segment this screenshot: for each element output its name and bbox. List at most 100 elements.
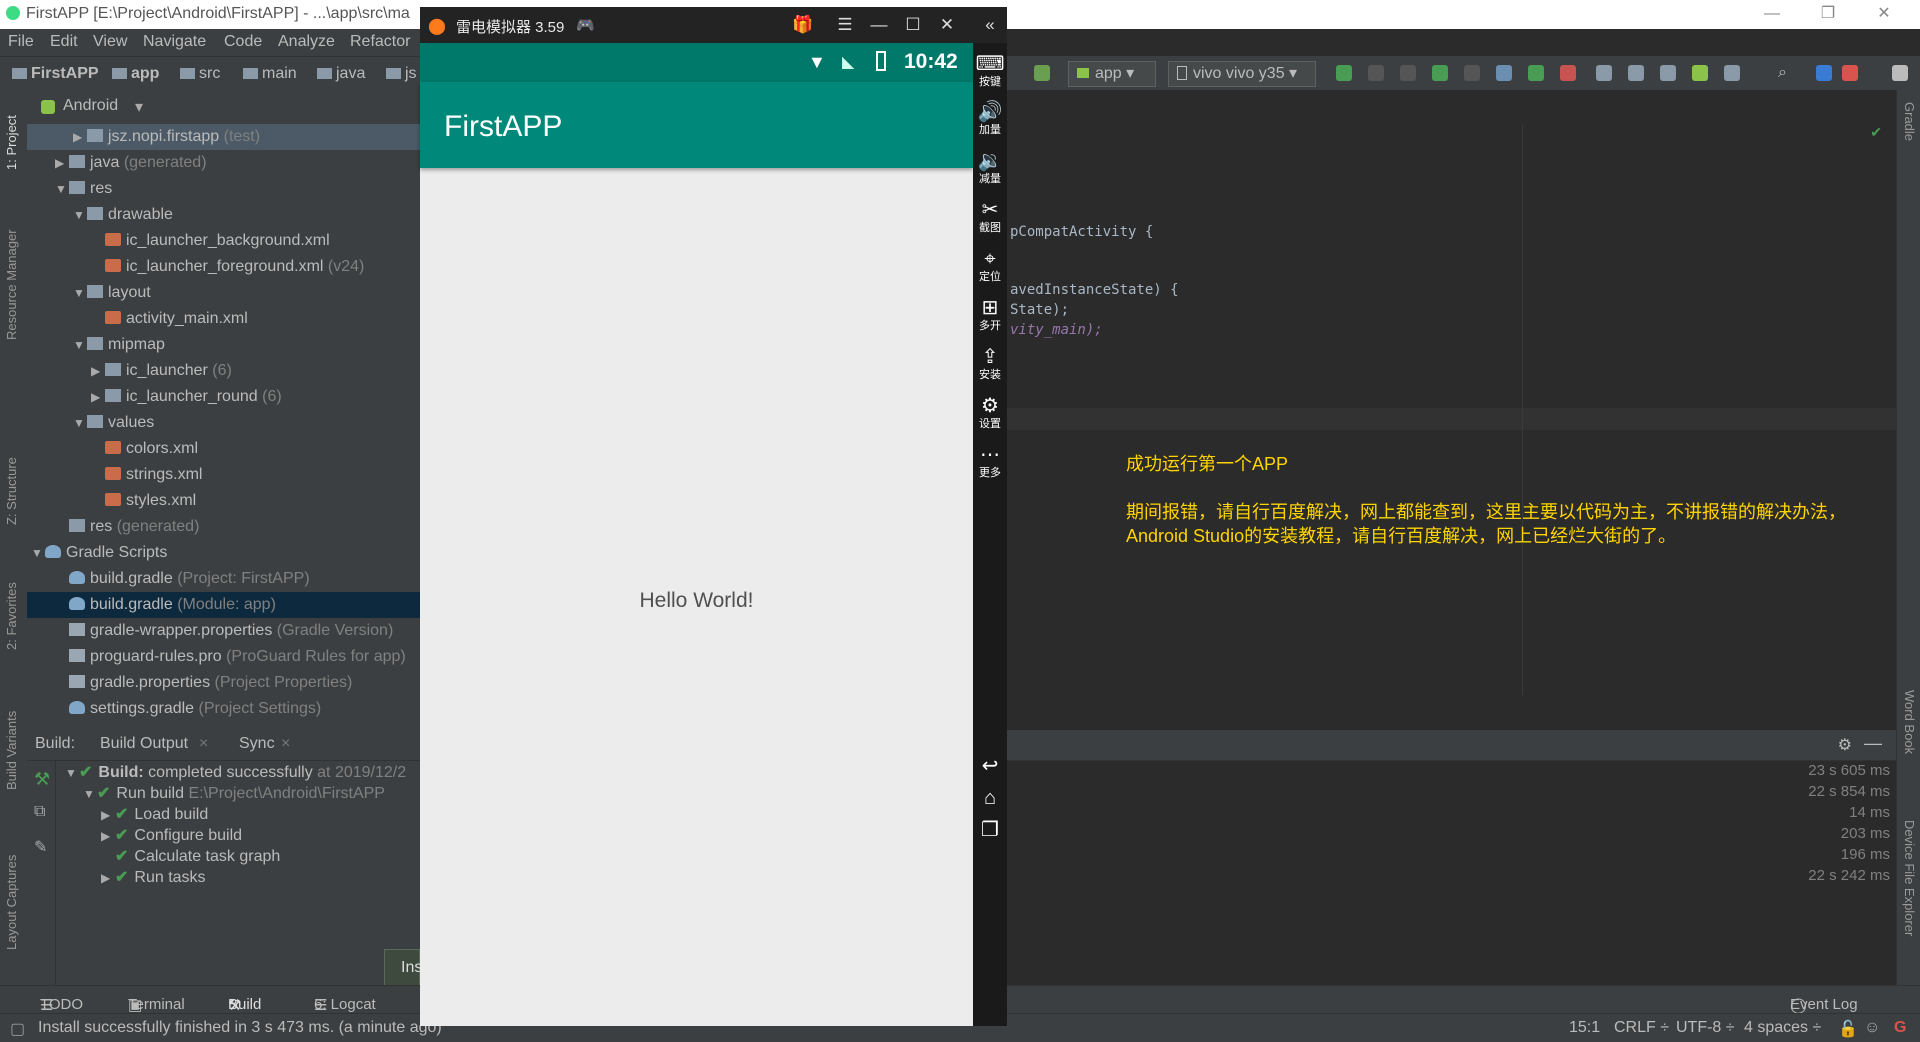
- tree-item[interactable]: colors.xml: [27, 436, 420, 462]
- minimize-panel-icon[interactable]: —: [1864, 733, 1882, 754]
- chevron-down-icon[interactable]: ▾: [135, 97, 143, 117]
- home-button[interactable]: ⌂: [973, 787, 1007, 809]
- file-encoding[interactable]: UTF-8 ÷: [1676, 1019, 1735, 1037]
- apply-changes-icon[interactable]: [1368, 65, 1384, 81]
- tool-tab-word-book[interactable]: Word Book: [1902, 690, 1917, 754]
- lock-icon[interactable]: 🔓: [1838, 1019, 1858, 1039]
- screenshot-button[interactable]: ✂ 截图: [973, 199, 1007, 235]
- close-icon[interactable]: ×: [199, 735, 208, 753]
- breadcrumb-java[interactable]: java: [317, 65, 365, 83]
- minimize-button[interactable]: —: [1752, 2, 1792, 26]
- menu-view[interactable]: View: [93, 33, 127, 51]
- tree-item[interactable]: ▶ jsz.nopi.firstapp (test): [27, 124, 420, 150]
- tree-item[interactable]: ▼ res: [27, 176, 420, 202]
- breadcrumb-src[interactable]: src: [180, 65, 220, 83]
- collapse-sidebar-icon[interactable]: «: [973, 12, 1007, 38]
- breadcrumb-package[interactable]: js: [386, 65, 417, 83]
- list-icon[interactable]: [1400, 65, 1416, 81]
- tree-item[interactable]: gradle-wrapper.properties (Gradle Versio…: [27, 618, 420, 644]
- back-button[interactable]: ↩: [973, 755, 1007, 777]
- toggle-panels-icon[interactable]: ▢: [10, 1019, 25, 1039]
- menu-navigate[interactable]: Navigate: [143, 33, 206, 51]
- install-apk-button[interactable]: ⇪ 安装: [973, 346, 1007, 382]
- location-button[interactable]: ⌖ 定位: [973, 248, 1007, 284]
- caret-position[interactable]: 15:1: [1569, 1019, 1600, 1037]
- tree-item[interactable]: ▼ values: [27, 410, 420, 436]
- build-row[interactable]: ✔ Calculate task graph: [115, 846, 280, 867]
- tool-tab-resource-manager[interactable]: Resource Manager: [4, 229, 19, 340]
- coverage-icon[interactable]: [1464, 65, 1480, 81]
- maximize-icon[interactable]: ☐: [896, 12, 930, 38]
- minimize-icon[interactable]: —: [862, 12, 896, 38]
- tree-item[interactable]: gradle.properties (Project Properties): [27, 670, 420, 696]
- build-row[interactable]: ▶ ✔ Configure build: [101, 825, 242, 846]
- gamepad-icon[interactable]: 🎮: [576, 16, 595, 34]
- breadcrumb-main[interactable]: main: [243, 65, 297, 83]
- build-row[interactable]: ▼ ✔ Run build E:\Project\Android\FirstAPP: [83, 783, 385, 804]
- tree-item[interactable]: build.gradle (Project: FirstAPP): [27, 566, 420, 592]
- menu-icon[interactable]: ☰: [828, 12, 862, 38]
- tree-item[interactable]: res (generated): [27, 514, 420, 540]
- menu-code[interactable]: Code: [224, 33, 262, 51]
- gift-icon[interactable]: 🎁: [786, 12, 820, 38]
- build-row[interactable]: ▶ ✔ Load build: [101, 804, 208, 825]
- breadcrumb-project[interactable]: FirstAPP: [12, 65, 99, 83]
- google-icon[interactable]: G: [1894, 1019, 1906, 1037]
- code-editor[interactable]: ✔ pCompatActivity { avedInstanceState) {…: [1006, 90, 1896, 695]
- volume-up-button[interactable]: 🔊 加量: [973, 101, 1007, 137]
- close-icon[interactable]: ✕: [930, 12, 964, 38]
- tree-item[interactable]: ▶ java (generated): [27, 150, 420, 176]
- user-icon[interactable]: [1892, 65, 1908, 81]
- project-view-selector[interactable]: Android: [63, 97, 118, 115]
- tree-item[interactable]: ▼ mipmap: [27, 332, 420, 358]
- sync-project-icon[interactable]: [1596, 65, 1612, 81]
- run-icon[interactable]: [1336, 65, 1352, 81]
- tab-sync[interactable]: Sync: [239, 735, 275, 753]
- device-manager-icon[interactable]: [1692, 65, 1708, 81]
- avd-manager-icon[interactable]: [1628, 65, 1644, 81]
- restore-button[interactable]: ❐: [1808, 2, 1848, 26]
- attach-debugger-icon[interactable]: [1528, 65, 1544, 81]
- tool-tab-device-file-explorer[interactable]: Device File Explorer: [1902, 820, 1917, 936]
- tree-item-selected[interactable]: build.gradle (Module: app): [27, 592, 420, 618]
- sdk-manager-icon[interactable]: [1660, 65, 1676, 81]
- layout-inspector-icon[interactable]: [1724, 65, 1740, 81]
- menu-analyze[interactable]: Analyze: [278, 33, 335, 51]
- close-button[interactable]: ✕: [1864, 2, 1904, 26]
- breadcrumb-app[interactable]: app: [112, 65, 159, 83]
- indent-setting[interactable]: 4 spaces ÷: [1744, 1019, 1821, 1037]
- tree-item[interactable]: activity_main.xml: [27, 306, 420, 332]
- tool-tab-gradle[interactable]: Gradle: [1902, 102, 1917, 141]
- tool-tab-build-variants[interactable]: Build Variants: [4, 711, 19, 790]
- gear-icon[interactable]: ⚙: [1838, 735, 1852, 755]
- tree-item[interactable]: ▼ layout: [27, 280, 420, 306]
- multi-open-button[interactable]: ⊞ 多开: [973, 297, 1007, 333]
- tree-item[interactable]: settings.gradle (Project Settings): [27, 696, 420, 722]
- inspector-icon[interactable]: ☺: [1864, 1019, 1880, 1037]
- tool-tab-layout-captures[interactable]: Layout Captures: [4, 855, 19, 950]
- hammer-icon[interactable]: [1034, 65, 1050, 81]
- menu-file[interactable]: File: [8, 33, 34, 51]
- keymap-button[interactable]: ⌨ 按键: [973, 53, 1007, 89]
- settings-button[interactable]: ⚙ 设置: [973, 395, 1007, 431]
- device-select[interactable]: vivo vivo y35 ▾: [1168, 61, 1316, 87]
- tree-item[interactable]: ic_launcher_background.xml: [27, 228, 420, 254]
- hammer-icon[interactable]: ⚒: [34, 769, 50, 790]
- tree-item[interactable]: ▶ ic_launcher_round (6): [27, 384, 420, 410]
- recent-apps-button[interactable]: ❐: [973, 819, 1007, 841]
- run-config-select[interactable]: app ▾: [1068, 61, 1156, 87]
- volume-down-button[interactable]: 🔉 减量: [973, 150, 1007, 186]
- tab-build-output[interactable]: Build Output: [100, 735, 188, 753]
- stop-icon[interactable]: [1560, 65, 1576, 81]
- tree-item[interactable]: ▼ drawable: [27, 202, 420, 228]
- search-icon[interactable]: ⌕: [1778, 65, 1794, 81]
- more-button[interactable]: ⋯ 更多: [973, 444, 1007, 480]
- tree-item[interactable]: strings.xml: [27, 462, 420, 488]
- build-row[interactable]: ▶ ✔ Run tasks: [101, 867, 206, 888]
- line-separator[interactable]: CRLF ÷: [1614, 1019, 1669, 1037]
- translate-icon[interactable]: [1816, 65, 1832, 81]
- tree-item[interactable]: ▶ ic_launcher (6): [27, 358, 420, 384]
- pin-icon[interactable]: ✎: [34, 837, 47, 857]
- tree-item[interactable]: ▼ Gradle Scripts: [27, 540, 420, 566]
- tool-tab-structure[interactable]: Z: Structure: [4, 457, 19, 525]
